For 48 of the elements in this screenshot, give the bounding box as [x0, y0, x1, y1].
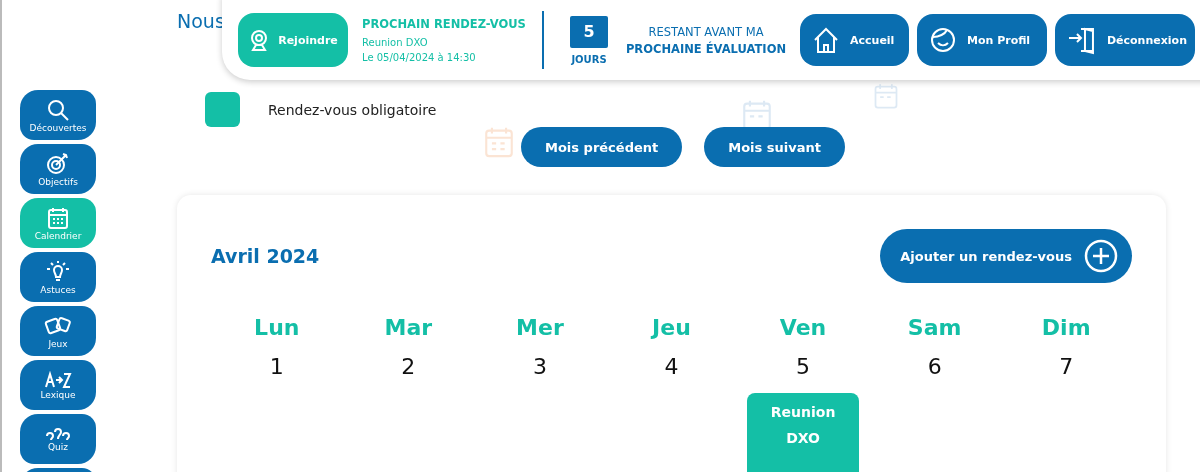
calendar-icon: [872, 82, 900, 110]
day-count-badge: 5: [570, 15, 608, 48]
sidebar-button[interactable]: Objectifs: [20, 144, 96, 194]
sidebar-button[interactable]: Quiz: [20, 414, 96, 464]
sidebar-button[interactable]: Astuces: [20, 252, 96, 302]
calendar-icon: [482, 125, 516, 159]
countdown-text: PROCHAINE ÉVALUATION: [624, 41, 788, 56]
day-number: 5: [796, 354, 811, 379]
nav-button[interactable]: Déconnexion: [1055, 14, 1195, 66]
weekday-label: Ven: [779, 315, 827, 340]
day-number: 2: [401, 354, 416, 379]
weekday-label: Mar: [384, 315, 433, 340]
intro-text: Nous: [177, 10, 225, 32]
month-nav-button[interactable]: Mois suivant: [704, 127, 845, 167]
smiley-face-icon: [929, 26, 957, 54]
target-icon: [46, 151, 70, 176]
next-meeting-title: PROCHAIN RENDEZ-VOUS: [362, 17, 527, 31]
day-number: 6: [927, 354, 942, 379]
day-number: 3: [532, 354, 547, 379]
plus-icon: [1084, 239, 1118, 273]
search-icon: [46, 97, 70, 122]
day-number: 4: [664, 354, 679, 379]
nav-button[interactable]: Mon Profil: [917, 14, 1047, 66]
days-label: JOURS: [571, 53, 607, 65]
countdown-text: RESTANT AVANT MA: [647, 24, 765, 39]
a-to-z-icon: [44, 370, 72, 389]
sidebar-button[interactable]: Lexique: [20, 360, 96, 410]
calendar-icon: [46, 205, 70, 230]
nav-button[interactable]: Accueil: [800, 14, 909, 66]
weekday-label: Sam: [907, 315, 962, 340]
weekday-label: Mer: [516, 315, 564, 340]
house-icon: [812, 26, 840, 54]
legend-label: Rendez-vous obligatoire: [268, 101, 437, 118]
day-number: 1: [269, 354, 284, 379]
meeting-date: Le 05/04/2024 à 14:30: [362, 52, 477, 63]
sidebar-button[interactable]: Jeux: [20, 306, 96, 356]
question-marks-icon: [46, 426, 70, 441]
weekday-label: Jeu: [652, 315, 691, 340]
day-number: 7: [1059, 354, 1074, 379]
add-appointment-button[interactable]: Ajouter un rendez-vous: [880, 229, 1132, 283]
sidebar-button[interactable]: Découvertes: [20, 90, 96, 140]
logout-icon: [1067, 25, 1097, 55]
lightbulb-icon: [45, 259, 71, 284]
weekday-label: Lun: [254, 315, 300, 340]
meeting-name: Reunion DXO: [362, 37, 429, 48]
month-title: Avril 2024: [211, 245, 320, 267]
month-nav-button[interactable]: Mois précédent: [521, 127, 683, 167]
weekday-label: Dim: [1041, 315, 1091, 340]
